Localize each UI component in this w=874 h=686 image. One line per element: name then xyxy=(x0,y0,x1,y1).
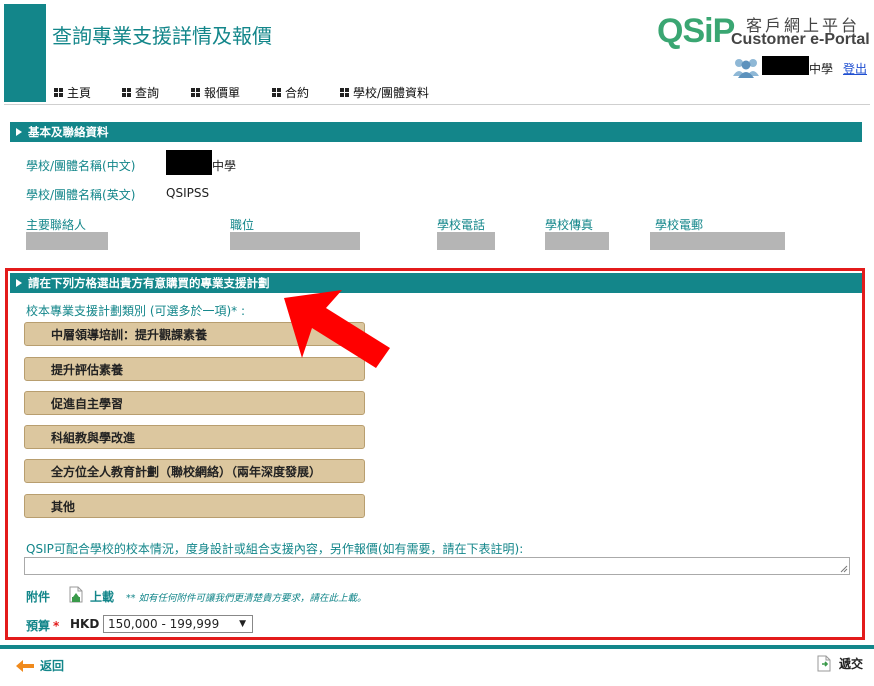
grid-icon xyxy=(191,87,200,97)
school-fax-label: 學校傳真 xyxy=(545,218,594,232)
position-value xyxy=(230,232,360,250)
school-name-zh-suffix: 中學 xyxy=(212,159,237,173)
school-email-value xyxy=(650,232,785,250)
school-phone-label: 學校電話 xyxy=(437,218,486,232)
school-fax-value xyxy=(545,232,609,250)
required-asterisk: * xyxy=(53,619,60,633)
grid-icon xyxy=(340,87,349,97)
category-button-subject-improvement[interactable]: 科組教與學改進 xyxy=(24,425,365,449)
triangle-icon xyxy=(16,128,22,136)
currency-label: HKD xyxy=(70,617,100,631)
nav-item-school-info[interactable]: 學校/團體資料 xyxy=(340,84,429,100)
category-button-whole-person[interactable]: 全方位全人教育計劃（聯校網絡）（兩年深度發展） xyxy=(24,459,365,483)
section-header-basic-info: 基本及聯絡資料 xyxy=(10,122,862,142)
attachment-label: 附件 xyxy=(26,590,51,604)
custom-note-label: QSIP可配合學校的校本情況，度身設計或組合支援內容，另作報價(如有需要，請在下… xyxy=(26,542,524,556)
school-phone-value xyxy=(437,232,495,250)
nav-item-quotation[interactable]: 報價單 xyxy=(191,84,240,100)
submit-document-icon xyxy=(817,655,831,672)
grid-icon xyxy=(122,87,131,97)
upload-icon[interactable] xyxy=(69,586,83,603)
grid-icon xyxy=(272,87,281,97)
custom-requirement-textarea[interactable] xyxy=(24,557,850,575)
page-title: 查詢專業支援詳情及報價 xyxy=(52,24,272,48)
user-name-suffix: 中學 xyxy=(809,62,834,76)
submit-button[interactable]: 遞交 xyxy=(817,655,863,672)
nav-item-enquiry[interactable]: 查詢 xyxy=(122,84,159,100)
upload-link[interactable]: 上載 xyxy=(90,588,114,605)
header-divider xyxy=(4,104,870,105)
contact-person-value xyxy=(26,232,108,250)
users-icon xyxy=(733,59,759,78)
resize-handle-icon[interactable] xyxy=(840,565,848,573)
upload-note: ** 如有任何附件可讓我們更清楚貴方要求，請在此上載。 xyxy=(126,593,367,604)
dropdown-arrow-icon: ▼ xyxy=(239,619,246,629)
nav-item-home[interactable]: 主頁 xyxy=(54,84,91,100)
logout-link[interactable]: 登出 xyxy=(843,60,867,77)
contact-person-label: 主要聯絡人 xyxy=(26,218,87,232)
back-arrow-icon xyxy=(16,659,34,672)
school-name-zh-label: 學校/團體名稱(中文) xyxy=(26,159,136,173)
school-name-en-label: 學校/團體名稱(英文) xyxy=(26,188,136,202)
section-header-plan: 請在下列方格選出貴方有意購買的專業支援計劃 xyxy=(10,273,862,293)
portal-title-en: Customer e-Portal xyxy=(731,31,870,48)
school-name-en-value: QSIPSS xyxy=(166,186,210,200)
header-accent-block xyxy=(4,4,46,102)
budget-label: 預算 * xyxy=(26,619,60,633)
position-label: 職位 xyxy=(230,218,255,232)
qsip-logo: QSiP xyxy=(657,12,735,50)
grid-icon xyxy=(54,87,63,97)
category-button-other[interactable]: 其他 xyxy=(24,494,365,518)
category-label: 校本專業支援計劃類別 (可選多於一項)* : xyxy=(26,304,246,318)
back-button[interactable]: 返回 xyxy=(16,657,64,674)
redacted-school-name xyxy=(166,150,212,175)
arrow-annotation-icon xyxy=(284,290,390,368)
nav-item-contract[interactable]: 合約 xyxy=(272,84,309,100)
budget-select[interactable]: 150,000 - 199,999 ▼ xyxy=(103,615,253,633)
school-email-label: 學校電郵 xyxy=(655,218,704,232)
footer-bar xyxy=(0,645,874,649)
category-button-self-directed[interactable]: 促進自主學習 xyxy=(24,391,365,415)
redacted-username xyxy=(762,56,809,75)
triangle-icon xyxy=(16,279,22,287)
